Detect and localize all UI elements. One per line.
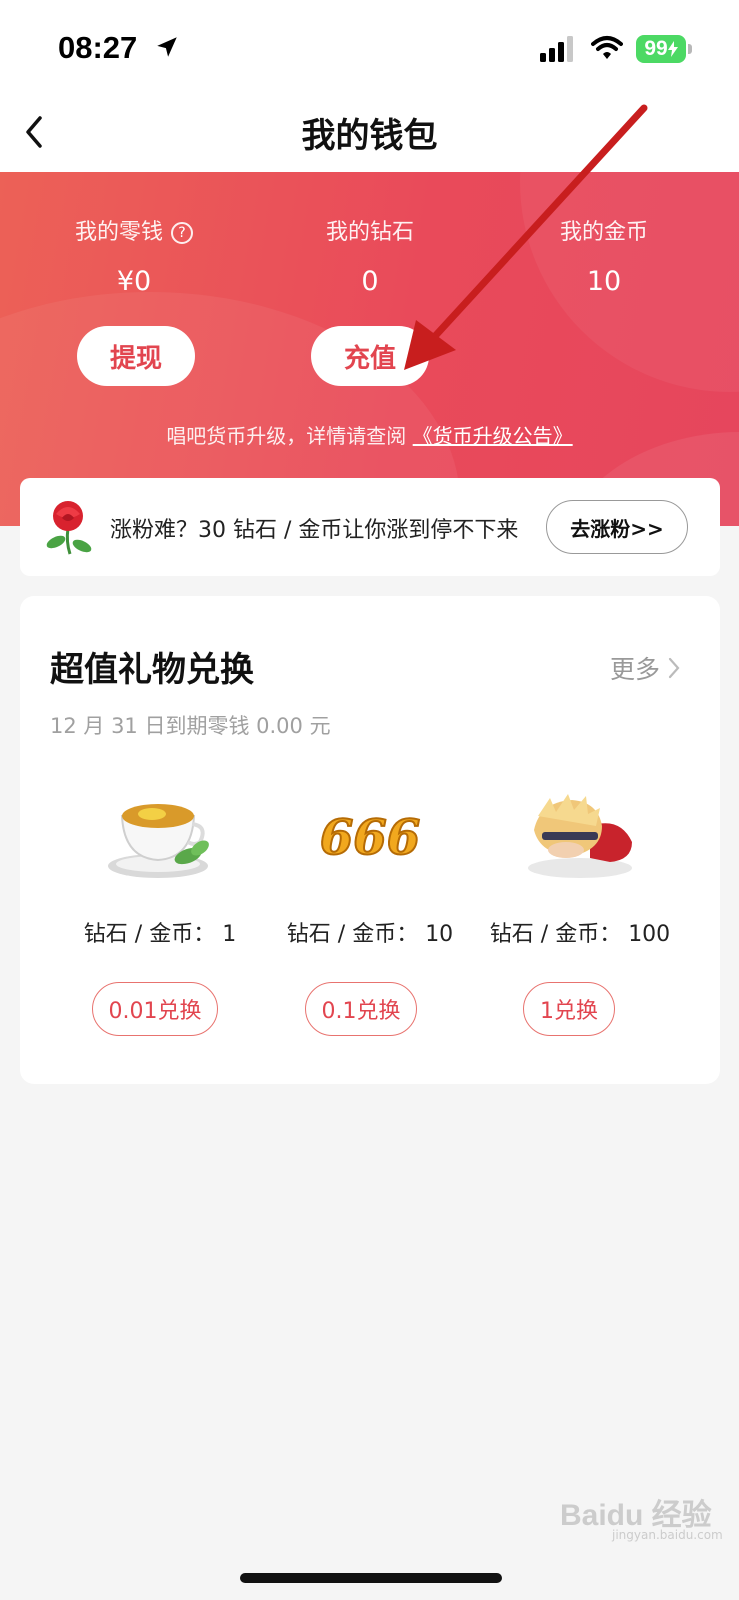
page-title: 我的钱包 — [301, 116, 438, 156]
location-arrow-icon — [157, 37, 177, 57]
gain-followers-button[interactable]: 去涨粉>> — [546, 500, 688, 554]
promo-text: 涨粉难？30 钻石 / 金币让你涨到停不下来 — [110, 518, 519, 543]
wallet-hero: 我的零钱? ¥0 我的钻石 0 我的金币 10 提现 充值 唱吧货币升级，详情请… — [0, 172, 739, 526]
charging-bolt-icon — [667, 41, 678, 57]
expiry-note: 12 月 31 日到期零钱 0.00 元 — [50, 714, 331, 738]
wallet-change: 我的零钱? ¥0 — [34, 214, 234, 297]
gift-item[interactable]: 钻石 / 金币： 100 1兑换 — [480, 786, 680, 1036]
svg-text:666: 666 — [320, 810, 420, 866]
wallet-diamonds: 我的钻石 0 — [270, 214, 470, 297]
notice-text: 唱吧货币升级，详情请查阅 — [166, 424, 407, 448]
rose-icon — [46, 501, 92, 555]
exchange-button[interactable]: 0.1兑换 — [305, 982, 417, 1036]
wallet-coins: 我的金币 10 — [504, 214, 704, 297]
gift-exchange-card: 超值礼物兑换 更多 12 月 31 日到期零钱 0.00 元 钻石 / 金币： … — [20, 596, 720, 1084]
diamonds-label: 我的钻石 — [325, 220, 414, 245]
chevron-right-icon — [668, 657, 680, 679]
gift-price: 钻石 / 金币： 1 — [83, 922, 237, 947]
currency-upgrade-link[interactable]: 《货币升级公告》 — [413, 424, 573, 448]
more-link[interactable]: 更多 — [610, 650, 680, 686]
battery-level: 99 — [644, 37, 668, 60]
666-gift-icon: 666 — [319, 809, 421, 867]
cellular-signal-icon — [540, 36, 573, 62]
withdraw-button[interactable]: 提现 — [77, 326, 195, 386]
currency-notice: 唱吧货币升级，详情请查阅 《货币升级公告》 — [0, 420, 739, 449]
change-value: ¥0 — [116, 266, 152, 297]
promo-banner: 涨粉难？30 钻石 / 金币让你涨到停不下来 去涨粉>> — [20, 478, 720, 576]
gift-item[interactable]: 钻石 / 金币： 1 0.01兑换 — [60, 786, 260, 1036]
tea-cup-icon — [108, 804, 209, 878]
gift-price: 钻石 / 金币： 100 — [489, 922, 671, 947]
coins-label: 我的金币 — [559, 220, 648, 245]
watermark-url: jingyan.baidu.com — [612, 1528, 723, 1542]
kneeling-figure-icon — [528, 794, 632, 878]
exchange-button[interactable]: 0.01兑换 — [92, 982, 218, 1036]
battery-cap — [688, 44, 692, 54]
gift-price: 钻石 / 金币： 10 — [286, 922, 454, 947]
section-title: 超值礼物兑换 — [50, 650, 254, 690]
wifi-icon — [591, 36, 623, 59]
coins-value: 10 — [586, 266, 622, 297]
recharge-button[interactable]: 充值 — [311, 326, 429, 386]
nav-bar: 我的钱包 — [0, 92, 739, 172]
exchange-button[interactable]: 1兑换 — [523, 982, 615, 1036]
help-icon[interactable]: ? — [171, 222, 193, 244]
change-label: 我的零钱 — [74, 220, 163, 245]
gift-item[interactable]: 666 钻石 / 金币： 10 0.1兑换 — [270, 786, 470, 1036]
home-indicator[interactable] — [240, 1573, 502, 1583]
status-bar: 08:27 99 — [0, 0, 739, 92]
more-label: 更多 — [610, 655, 661, 684]
battery-indicator: 99 — [636, 35, 686, 63]
diamonds-value: 0 — [361, 266, 379, 297]
status-time: 08:27 — [58, 30, 138, 65]
